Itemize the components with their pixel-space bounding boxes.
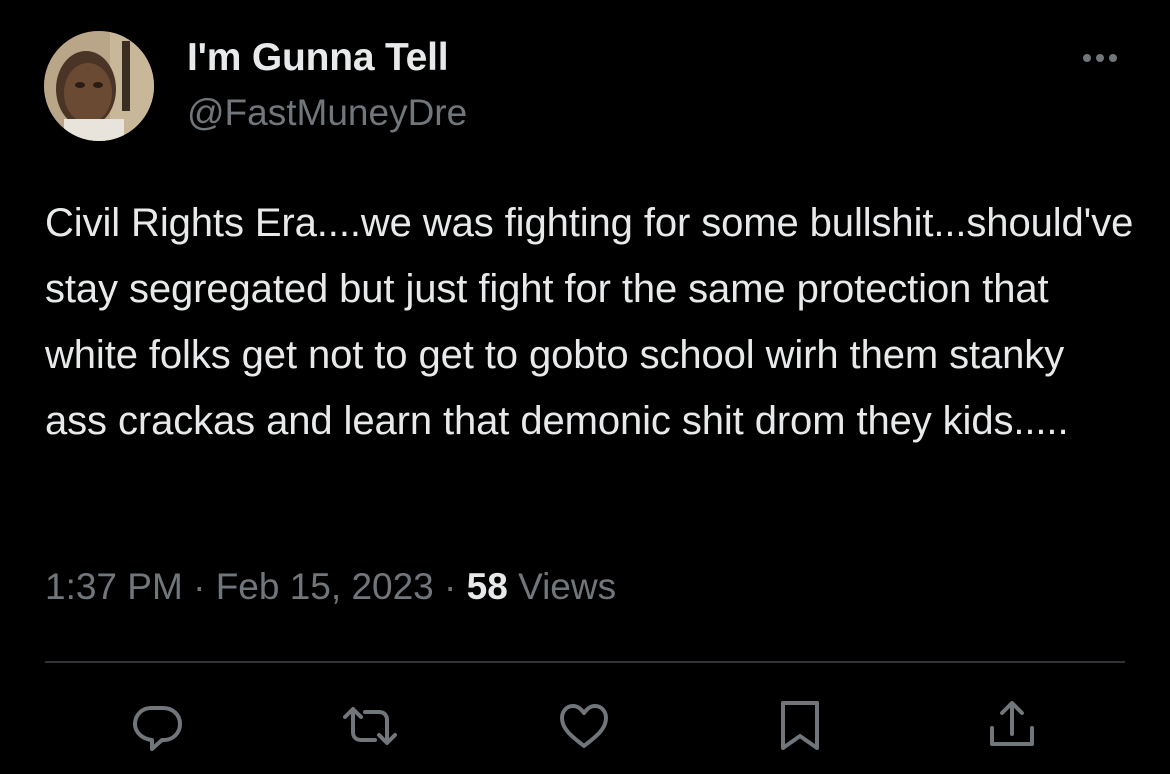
more-horizontal-icon — [1083, 54, 1117, 62]
tweet-metadata: 1:37 PM · Feb 15, 2023 · 58 Views — [45, 566, 616, 608]
meta-separator: · — [433, 566, 467, 607]
views-count: 58 — [466, 566, 508, 607]
bookmark-button[interactable] — [770, 696, 830, 756]
share-icon — [990, 701, 1034, 746]
action-bar — [0, 696, 1170, 760]
tweet: I'm Gunna Tell @FastMuneyDre Civil Right… — [0, 0, 1170, 774]
like-button[interactable] — [554, 696, 614, 756]
avatar[interactable] — [44, 31, 154, 141]
reply-button[interactable] — [127, 696, 187, 756]
more-options-button[interactable] — [1075, 46, 1125, 70]
bookmark-icon — [781, 701, 819, 750]
share-button[interactable] — [982, 696, 1042, 756]
retweet-icon — [343, 707, 397, 745]
tweet-date[interactable]: Feb 15, 2023 — [216, 566, 434, 607]
views-label: Views — [507, 566, 617, 607]
heart-icon — [560, 704, 608, 748]
user-handle[interactable]: @FastMuneyDre — [187, 92, 467, 134]
reply-icon — [133, 706, 182, 751]
tweet-time[interactable]: 1:37 PM — [45, 566, 183, 607]
display-name[interactable]: I'm Gunna Tell — [187, 36, 449, 80]
tweet-text: Civil Rights Era....we was fighting for … — [45, 201, 1145, 443]
avatar-image — [44, 31, 154, 141]
retweet-button[interactable] — [340, 696, 400, 756]
divider — [45, 661, 1125, 663]
meta-separator: · — [182, 566, 216, 607]
